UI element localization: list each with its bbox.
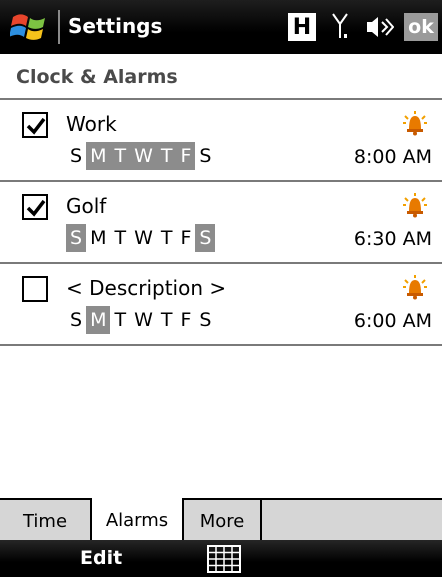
page-title: Clock & Alarms: [16, 66, 178, 88]
title-separator: [58, 10, 60, 44]
alarm-item-new[interactable]: < Description > S M T W T F S 6:00 AM: [0, 264, 442, 346]
day-thu: T: [156, 142, 177, 170]
day-mon: M: [90, 227, 107, 249]
tab-alarms[interactable]: Alarms: [92, 498, 184, 542]
checkmark-icon: [26, 199, 46, 217]
alarm-time[interactable]: 6:00 AM: [354, 310, 432, 332]
day-tue: T: [114, 227, 127, 249]
tab-more[interactable]: More: [184, 498, 262, 542]
keyboard-icon[interactable]: [207, 545, 241, 573]
day-sat: S: [199, 145, 212, 167]
day-wed: W: [130, 142, 157, 170]
day-fri: F: [176, 142, 196, 170]
h-network-icon[interactable]: H: [288, 13, 316, 41]
day-sat: S: [199, 309, 212, 331]
alarm-time[interactable]: 6:30 AM: [354, 228, 432, 250]
alarm-checkbox[interactable]: [22, 194, 48, 220]
day-row: S M T W T F S: [66, 306, 215, 334]
day-mon: M: [86, 306, 111, 334]
day-row: S M T W T F S: [66, 224, 216, 252]
day-thu: T: [160, 227, 173, 249]
signal-icon[interactable]: [331, 12, 351, 42]
alarm-item-work[interactable]: Work S M T W T F S 8:00 AM: [0, 100, 442, 182]
day-tue: T: [114, 309, 127, 331]
checkmark-icon: [26, 117, 46, 135]
tab-strip: Time Alarms More: [0, 498, 442, 542]
day-thu: T: [160, 309, 173, 331]
day-wed: W: [134, 227, 153, 249]
day-fri: F: [180, 309, 192, 331]
day-sun: S: [70, 309, 83, 331]
edit-softkey[interactable]: Edit: [80, 547, 122, 569]
alarm-bell-icon: [403, 111, 427, 136]
alarm-list: Work S M T W T F S 8:00 AM Golf S M T W …: [0, 100, 442, 346]
alarm-item-golf[interactable]: Golf S M T W T F S 6:30 AM: [0, 182, 442, 264]
alarm-description[interactable]: Golf: [66, 194, 106, 218]
tab-time[interactable]: Time: [0, 498, 92, 542]
windows-logo-icon[interactable]: [10, 9, 50, 45]
alarm-time[interactable]: 8:00 AM: [354, 146, 432, 168]
title-bar: Settings H ok: [0, 0, 442, 54]
day-mon: M: [86, 142, 111, 170]
page-header: Clock & Alarms: [0, 54, 442, 100]
alarm-bell-icon: [403, 275, 427, 300]
day-sun: S: [66, 224, 87, 252]
day-tue: T: [110, 142, 131, 170]
alarm-checkbox[interactable]: [22, 276, 48, 302]
day-fri: F: [180, 227, 192, 249]
alarm-checkbox[interactable]: [22, 112, 48, 138]
ok-button[interactable]: ok: [404, 13, 438, 41]
day-sat: S: [195, 224, 216, 252]
alarm-description[interactable]: < Description >: [66, 276, 226, 300]
alarm-description[interactable]: Work: [66, 112, 117, 136]
title-text: Settings: [68, 14, 163, 38]
speaker-icon[interactable]: [366, 14, 394, 40]
day-sun: S: [70, 145, 83, 167]
day-wed: W: [134, 309, 153, 331]
day-row: S M T W T F S: [66, 142, 215, 170]
softkey-bar: Edit: [0, 540, 442, 577]
alarm-bell-icon: [403, 193, 427, 218]
